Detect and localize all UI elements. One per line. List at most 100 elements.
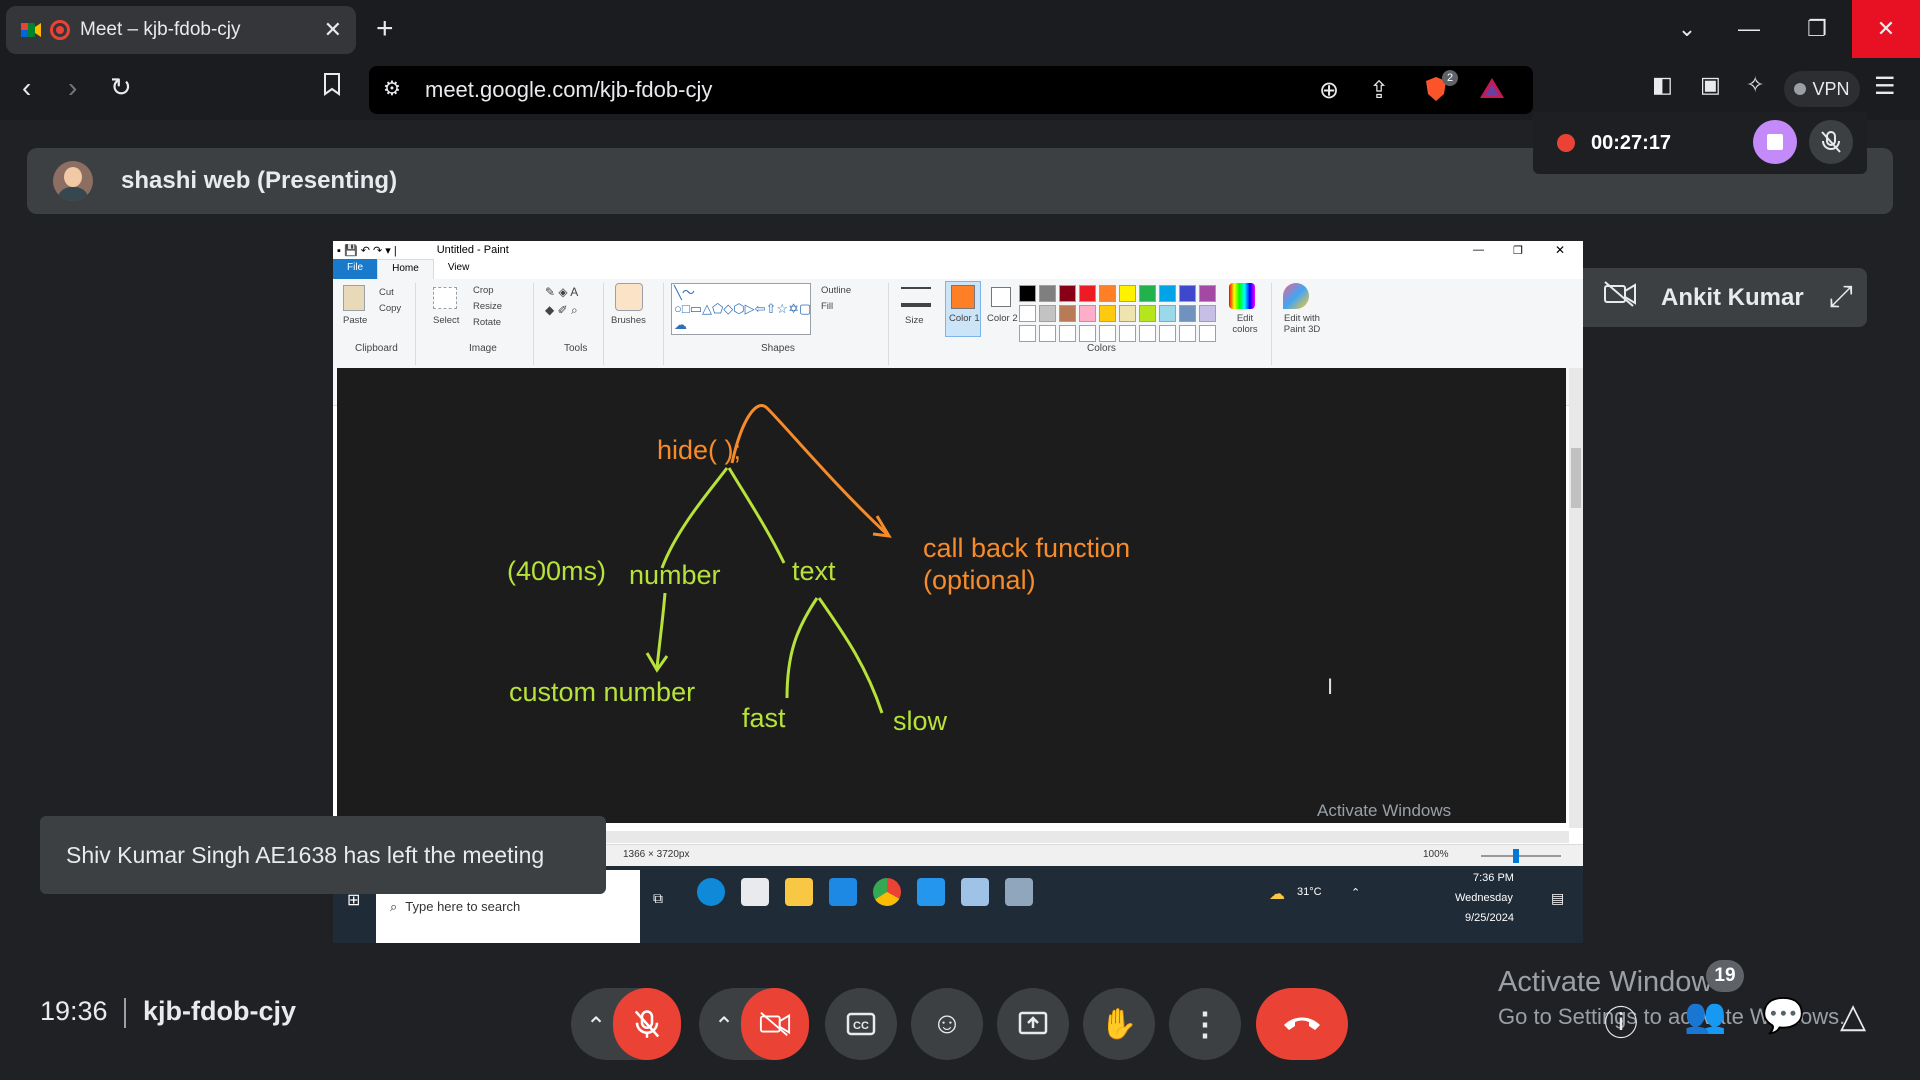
google-meet-icon — [20, 19, 42, 41]
store-icon — [741, 878, 769, 906]
color2-swatch — [991, 287, 1011, 307]
ribbon-separator — [663, 283, 664, 365]
sidebar-icon[interactable]: ◧ — [1652, 72, 1673, 98]
clock-divider — [124, 998, 126, 1028]
close-tab-icon[interactable]: ✕ — [324, 17, 342, 43]
site-settings-icon[interactable]: ⚙ — [383, 76, 401, 101]
palette-empty-swatch — [1159, 325, 1176, 342]
browser-tab[interactable]: Meet – kjb-fdob-cjy ✕ — [6, 6, 356, 54]
raise-hand-button[interactable]: ✋ — [1083, 988, 1155, 1060]
resize-label: Resize — [473, 301, 503, 312]
audio-options-chevron-icon[interactable]: ⌃ — [586, 1012, 606, 1041]
address-bar[interactable]: ⚙ meet.google.com/kjb-fdob-cjy ⊕ ⇪ 2 — [369, 66, 1533, 114]
paint-tab-view: View — [447, 262, 470, 273]
close-window-button[interactable]: ✕ — [1852, 0, 1920, 58]
chrome-icon — [873, 878, 901, 906]
reload-icon[interactable]: ↻ — [110, 72, 132, 103]
outline-label: Outline — [821, 285, 852, 296]
notepad-icon — [961, 878, 989, 906]
tools-group-label: Tools — [564, 343, 588, 354]
shapes-gallery: ╲〜○□▭△⬠◇⬡▷⇦⇧☆✡▢⬭☁ — [671, 283, 811, 335]
chat-icon[interactable]: 💬 — [1762, 996, 1804, 1036]
vpn-status-icon — [1794, 83, 1807, 95]
canvas-dimensions: 1366 × 3720px — [623, 849, 690, 860]
present-screen-button[interactable] — [997, 988, 1069, 1060]
palette-empty-swatch — [1059, 325, 1076, 342]
ribbon-separator — [1271, 283, 1272, 365]
captions-button[interactable]: CC — [825, 988, 897, 1060]
scroll-thumb — [1571, 448, 1581, 508]
canvas-text-ms: (400ms) — [507, 556, 607, 586]
participant-camera-off-icon — [1603, 281, 1637, 314]
taskbar-date: 9/25/2024 — [1465, 912, 1514, 924]
ribbon-separator — [603, 283, 604, 365]
canvas-text-hide: hide( ); — [657, 435, 742, 465]
zoom-icon[interactable]: ⊕ — [1319, 76, 1339, 105]
palette-swatch — [1079, 285, 1096, 302]
taskbar-day: Wednesday — [1455, 892, 1513, 904]
palette-swatch — [1179, 305, 1196, 322]
ribbon-separator — [888, 283, 889, 365]
file-explorer-icon — [785, 878, 813, 906]
palette-swatch — [1179, 285, 1196, 302]
recording-dot-icon — [1557, 134, 1575, 152]
activities-icon[interactable]: △ — [1840, 996, 1866, 1036]
color2-label: Color 2 — [987, 313, 1018, 324]
bookmark-icon[interactable] — [322, 72, 342, 103]
paste-icon — [343, 285, 365, 311]
menu-icon[interactable]: ☰ — [1874, 72, 1896, 101]
tab-search-chevron-icon[interactable]: ⌄ — [1653, 0, 1721, 58]
taskbar-time: 7:36 PM — [1473, 872, 1514, 884]
zoom-slider — [1481, 855, 1561, 857]
canvas-text-number: number — [629, 560, 721, 590]
palette-empty-swatch — [1099, 325, 1116, 342]
palette-empty-swatch — [1019, 325, 1036, 342]
meeting-info-icon[interactable]: ⓘ — [1604, 996, 1638, 1045]
colors-group-label: Colors — [1087, 343, 1116, 354]
video-options-chevron-icon[interactable]: ⌃ — [714, 1012, 734, 1041]
people-icon[interactable]: 👥 — [1684, 996, 1726, 1036]
color1-swatch — [951, 285, 975, 309]
canvas-text-custom: custom number — [509, 677, 696, 707]
back-icon[interactable]: ‹ — [22, 72, 31, 104]
palette-empty-swatch — [1179, 325, 1196, 342]
present-icon — [1018, 1011, 1048, 1035]
ribbon-separator — [533, 283, 534, 365]
wallet-icon[interactable]: ▣ — [1700, 72, 1721, 98]
recorder-mic-off-icon[interactable] — [1809, 120, 1853, 164]
edit-colors-label: Edit colors — [1232, 313, 1258, 335]
palette-swatch — [1119, 285, 1136, 302]
activate-windows-title: Activate Windows — [1498, 966, 1727, 998]
copy-label: Copy — [379, 303, 402, 314]
canvas-text-fast: fast — [742, 703, 786, 733]
palette-empty-swatch — [1039, 325, 1056, 342]
svg-text:CC: CC — [853, 1020, 869, 1032]
camera-toggle-button[interactable] — [741, 988, 809, 1060]
minimize-button[interactable]: — — [1715, 0, 1783, 58]
stop-recording-button[interactable] — [1753, 120, 1797, 164]
reactions-button[interactable]: ☺ — [911, 988, 983, 1060]
edit-colors-icon — [1229, 283, 1255, 309]
more-vert-icon: ⋮ — [1189, 1006, 1221, 1042]
leave-call-button[interactable] — [1256, 988, 1348, 1060]
new-tab-button[interactable]: + — [376, 12, 394, 46]
paint-close-icon: ✕ — [1555, 243, 1566, 257]
mic-toggle-button[interactable] — [613, 988, 681, 1060]
palette-swatch — [1019, 305, 1036, 322]
taskbar-search-icon: ⌕ — [390, 898, 398, 914]
palette-swatch — [1099, 285, 1116, 302]
palette-empty-swatch — [1079, 325, 1096, 342]
taskbar-weather: 31°C — [1297, 886, 1322, 898]
vpn-button[interactable]: VPN — [1784, 71, 1860, 107]
forward-icon[interactable]: › — [68, 72, 77, 104]
palette-swatch — [1159, 285, 1176, 302]
brave-rewards-icon[interactable] — [1479, 76, 1505, 107]
leo-ai-icon[interactable]: ✧ — [1746, 72, 1764, 98]
restore-button[interactable]: ❐ — [1783, 0, 1851, 58]
expand-icon[interactable]: ⤢ — [1829, 280, 1853, 314]
palette-swatch — [1099, 305, 1116, 322]
crop-label: Crop — [473, 285, 494, 296]
palette-swatch — [1159, 305, 1176, 322]
share-icon[interactable]: ⇪ — [1369, 76, 1389, 105]
more-options-button[interactable]: ⋮ — [1169, 988, 1241, 1060]
